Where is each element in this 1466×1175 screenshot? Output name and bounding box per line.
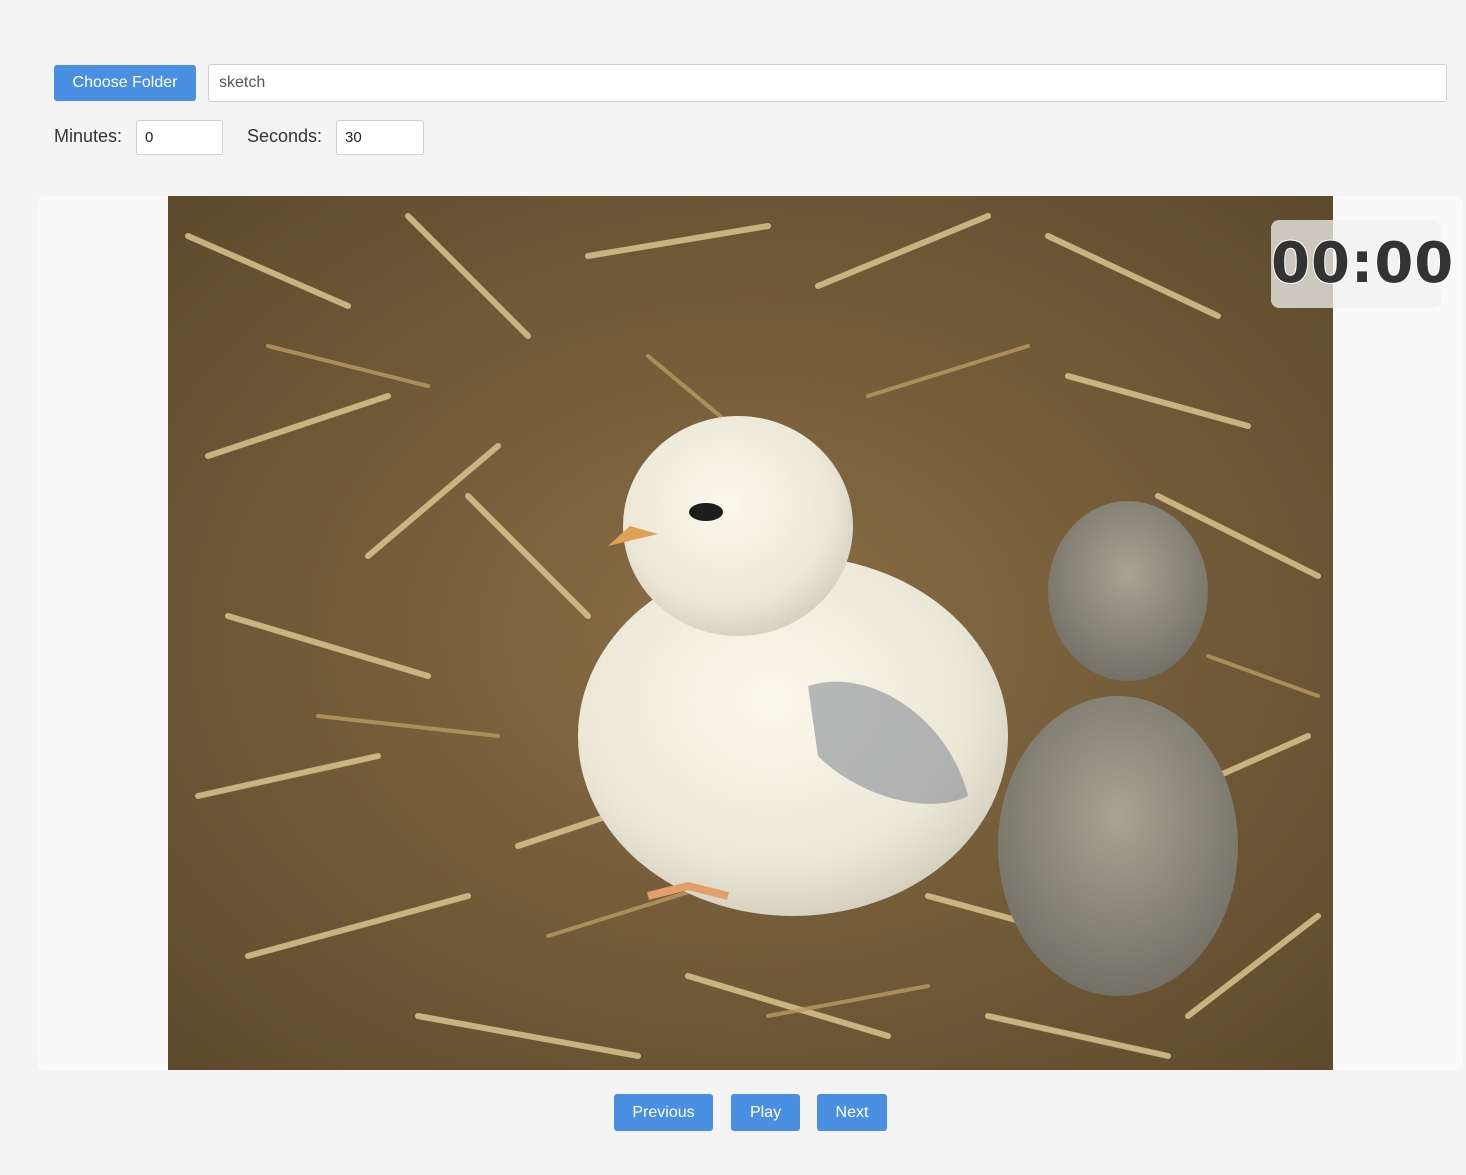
folder-row: Choose Folder xyxy=(54,64,1447,102)
image-viewer: 00:00 xyxy=(37,196,1463,1070)
choose-folder-button[interactable]: Choose Folder xyxy=(54,65,196,101)
folder-path-input[interactable] xyxy=(208,64,1447,102)
minutes-input[interactable] xyxy=(136,120,223,155)
play-button[interactable]: Play xyxy=(731,1094,800,1131)
countdown-display: 00:00 xyxy=(1270,220,1454,308)
seconds-label: Seconds: xyxy=(247,126,323,146)
minutes-label: Minutes: xyxy=(54,126,123,146)
previous-button[interactable]: Previous xyxy=(614,1094,713,1131)
timer-settings: Minutes: Seconds: xyxy=(54,120,454,155)
next-button[interactable]: Next xyxy=(817,1094,887,1131)
seconds-input[interactable] xyxy=(336,120,424,155)
reference-image xyxy=(168,196,1333,1070)
